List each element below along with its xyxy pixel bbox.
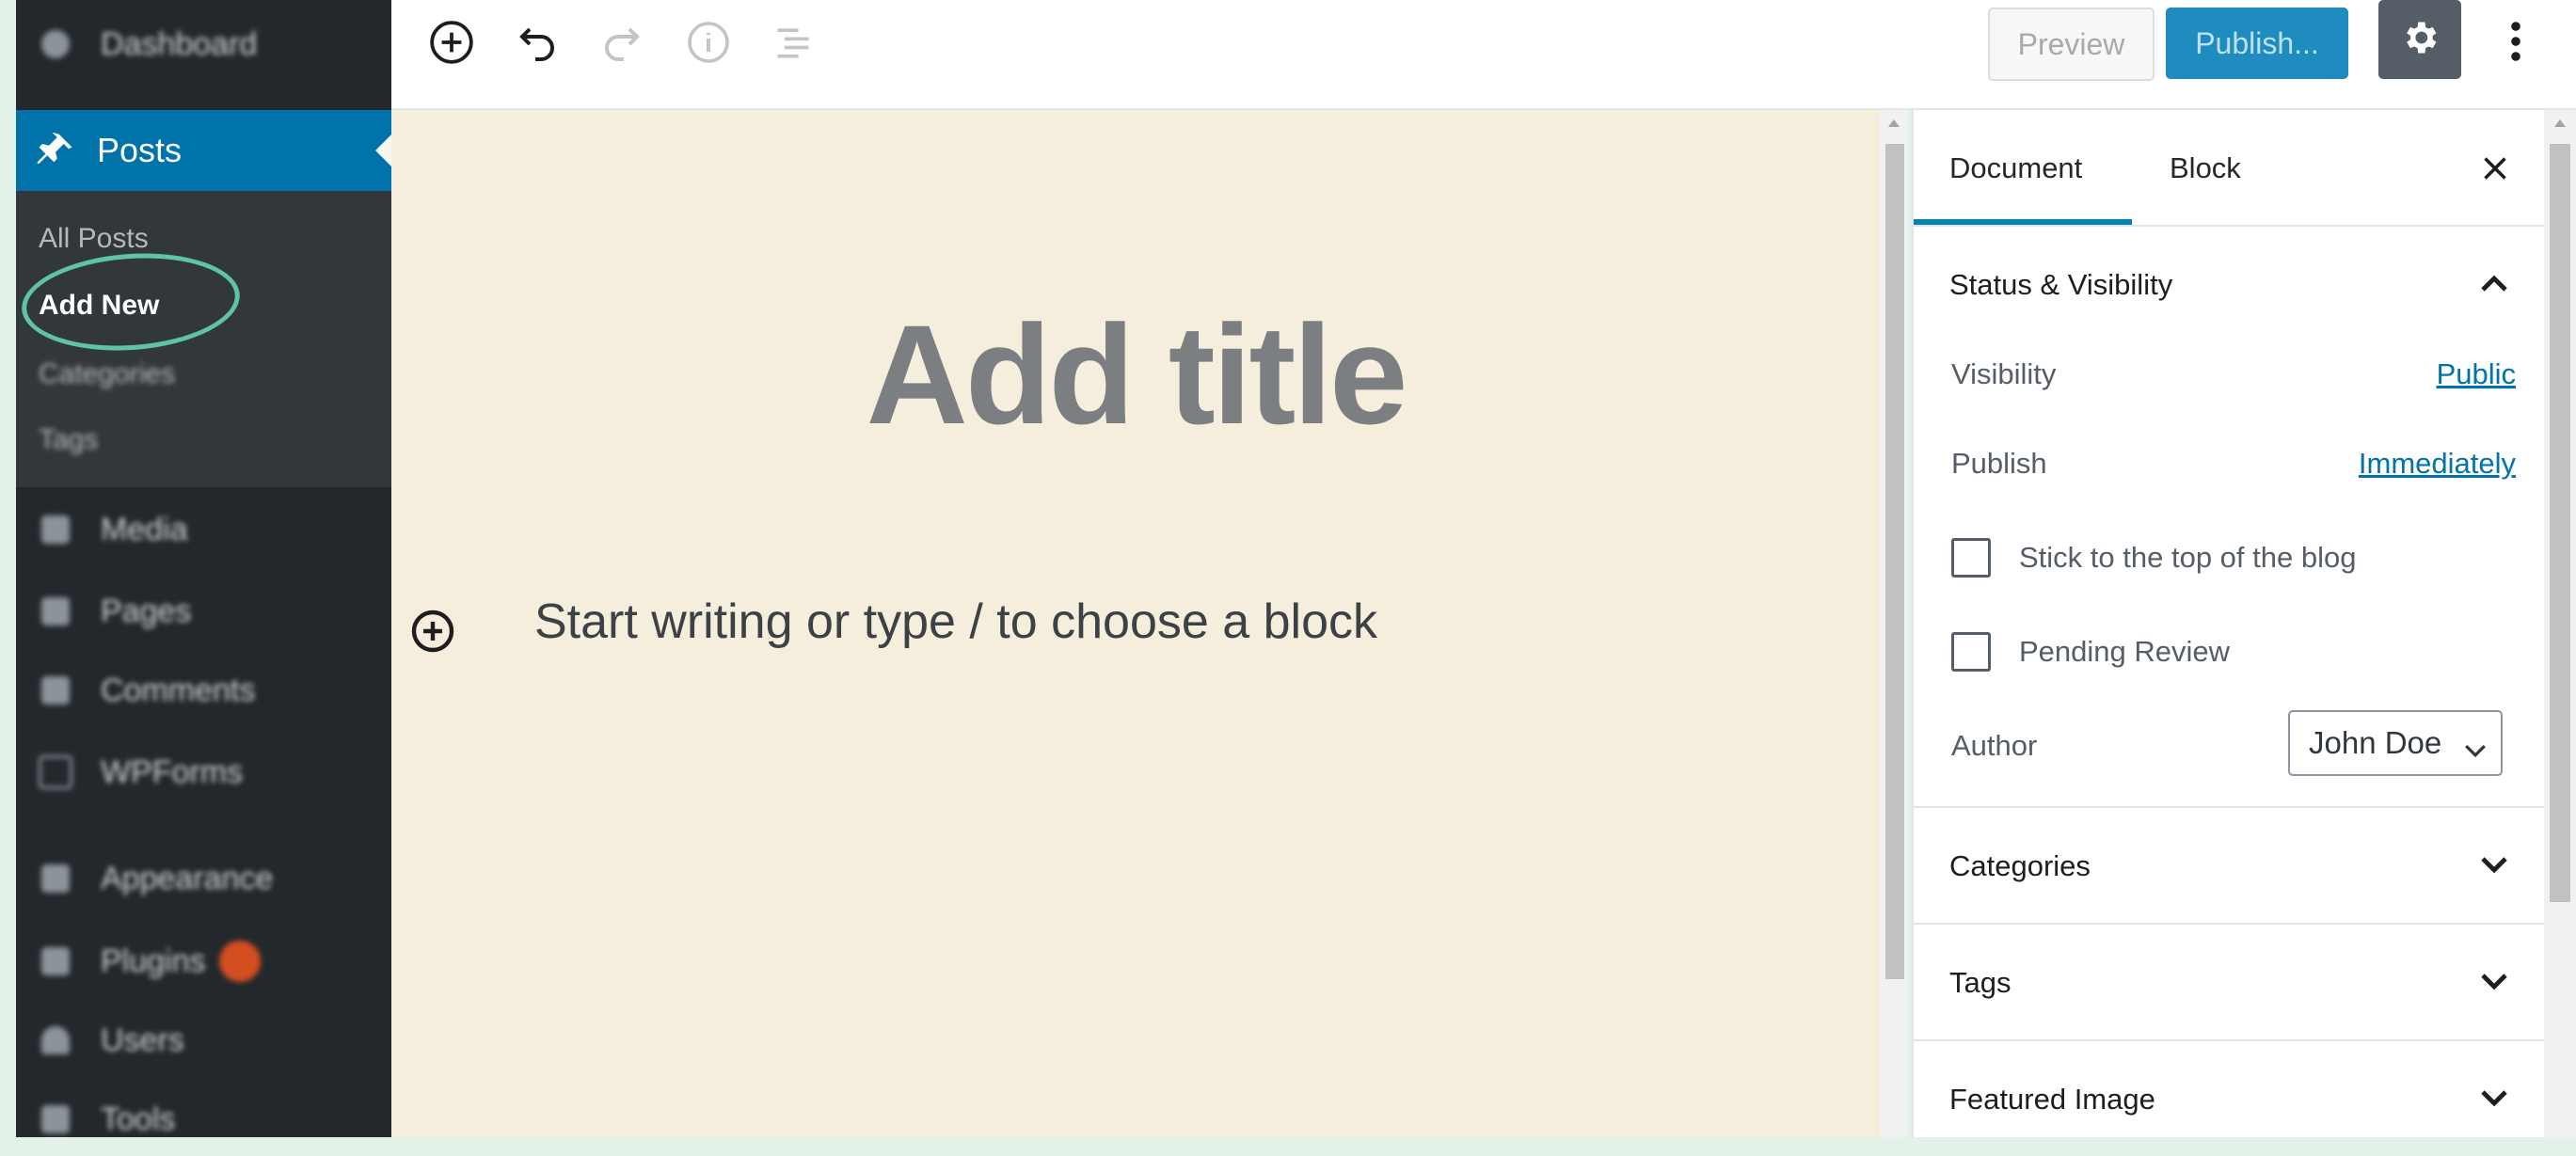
settings-button[interactable] xyxy=(2378,0,2461,79)
active-tab-indicator xyxy=(1914,219,2132,225)
pages-icon xyxy=(35,594,76,628)
close-icon[interactable] xyxy=(2473,146,2518,191)
wpforms-icon xyxy=(35,755,76,789)
plugin-icon xyxy=(35,944,76,978)
author-select[interactable]: John Doe xyxy=(2288,710,2503,776)
more-options-button[interactable] xyxy=(2495,8,2536,79)
preview-button[interactable]: Preview xyxy=(1988,8,2155,81)
categories-title: Categories xyxy=(1949,849,2091,882)
menu-item-label: Pages xyxy=(101,593,192,629)
more-vertical-icon xyxy=(2510,18,2521,70)
menu-item-label: WPForms xyxy=(101,753,244,790)
submenu-categories[interactable]: Categories xyxy=(39,358,175,390)
menu-item-label: Media xyxy=(101,511,188,547)
menu-item-tools[interactable]: Tools xyxy=(16,1093,391,1137)
menu-item-posts-label: Posts xyxy=(97,131,183,169)
sidebar-scrollbar[interactable] xyxy=(2544,110,2576,1137)
menu-item-dashboard-label: Dashboard xyxy=(101,25,258,62)
publish-button[interactable]: Publish... xyxy=(2166,8,2348,79)
menu-item-label: Appearance xyxy=(101,860,274,896)
menu-item-pages[interactable]: Pages xyxy=(16,585,391,638)
info-icon[interactable] xyxy=(683,17,734,68)
menu-item-label: Users xyxy=(101,1021,184,1058)
chevron-down-icon xyxy=(2463,731,2488,767)
editor-canvas: Add title Start writing or type / to cho… xyxy=(391,110,1880,1137)
editor-toolbar: Preview Publish... xyxy=(391,0,2576,110)
undo-icon[interactable] xyxy=(512,17,563,68)
gear-icon xyxy=(2399,17,2441,63)
visibility-link[interactable]: Public xyxy=(2437,357,2516,391)
comments-icon xyxy=(35,673,76,707)
menu-item-appearance[interactable]: Appearance xyxy=(16,852,391,905)
menu-item-users[interactable]: Users xyxy=(16,1014,391,1067)
block-inserter-icon[interactable] xyxy=(408,607,457,656)
posts-submenu: All Posts Add New Categories Tags xyxy=(16,191,391,487)
wrench-icon xyxy=(35,1102,76,1136)
menu-item-posts[interactable]: Posts xyxy=(16,110,391,191)
tab-block[interactable]: Block xyxy=(2170,151,2241,185)
submenu-add-new[interactable]: Add New xyxy=(39,290,159,322)
outline-icon[interactable] xyxy=(768,17,819,68)
submenu-tags[interactable]: Tags xyxy=(39,424,98,456)
admin-menu: Dashboard Posts All Posts Add New Catego… xyxy=(16,0,391,1137)
menu-item-wpforms[interactable]: WPForms xyxy=(16,746,391,799)
publish-label: Publish xyxy=(1951,447,2047,480)
tab-document[interactable]: Document xyxy=(1949,151,2082,185)
menu-item-comments[interactable]: Comments xyxy=(16,664,391,717)
categories-panel[interactable]: Categories xyxy=(1914,808,2546,925)
users-icon xyxy=(35,1023,76,1057)
scrollbar-thumb[interactable] xyxy=(2550,144,2570,902)
tags-panel[interactable]: Tags xyxy=(1914,925,2546,1041)
tags-title: Tags xyxy=(1949,966,2012,999)
publish-date-link[interactable]: Immediately xyxy=(2359,447,2516,481)
sticky-checkbox[interactable] xyxy=(1951,538,1991,578)
sidebar-tabs: Document Block xyxy=(1914,110,2546,227)
menu-item-plugins[interactable]: Plugins xyxy=(16,935,391,988)
editor-scrollbar[interactable] xyxy=(1880,110,1908,1137)
chevron-down-icon xyxy=(2471,1079,2518,1116)
current-menu-arrow xyxy=(375,135,391,166)
featured-image-panel[interactable]: Featured Image xyxy=(1914,1041,2546,1156)
dashboard-icon xyxy=(35,27,76,61)
menu-item-dashboard[interactable]: Dashboard xyxy=(16,19,391,70)
scroll-up-icon[interactable] xyxy=(1888,119,1900,127)
scroll-up-icon[interactable] xyxy=(2554,119,2566,127)
author-label: Author xyxy=(1951,729,2038,762)
author-select-value: John Doe xyxy=(2309,725,2442,760)
menu-item-label: Tools xyxy=(101,1101,176,1137)
redo-icon[interactable] xyxy=(596,17,647,68)
paintbrush-icon xyxy=(35,862,76,895)
featured-image-title: Featured Image xyxy=(1949,1083,2155,1116)
submenu-all-posts[interactable]: All Posts xyxy=(39,223,149,255)
chevron-up-icon[interactable] xyxy=(2471,265,2518,303)
scrollbar-thumb[interactable] xyxy=(1885,144,1904,979)
chevron-down-icon xyxy=(2471,962,2518,1000)
update-count-badge xyxy=(218,941,261,982)
menu-item-media[interactable]: Media xyxy=(16,503,391,556)
post-title-input[interactable]: Add title xyxy=(391,293,1880,456)
status-visibility-title[interactable]: Status & Visibility xyxy=(1949,268,2172,302)
block-placeholder[interactable]: Start writing or type / to choose a bloc… xyxy=(534,594,1377,650)
sticky-label[interactable]: Stick to the top of the blog xyxy=(2019,541,2356,575)
chevron-down-icon xyxy=(2471,846,2518,883)
visibility-label: Visibility xyxy=(1951,357,2057,390)
menu-item-label: Plugins xyxy=(101,942,206,979)
media-icon xyxy=(35,513,76,546)
pending-review-label[interactable]: Pending Review xyxy=(2019,635,2230,669)
add-block-icon[interactable] xyxy=(426,17,477,68)
settings-sidebar: Document Block Status & Visibility Visib… xyxy=(1912,110,2546,1137)
pushpin-icon xyxy=(35,130,76,171)
menu-item-label: Comments xyxy=(101,672,256,708)
pending-review-checkbox[interactable] xyxy=(1951,632,1991,672)
